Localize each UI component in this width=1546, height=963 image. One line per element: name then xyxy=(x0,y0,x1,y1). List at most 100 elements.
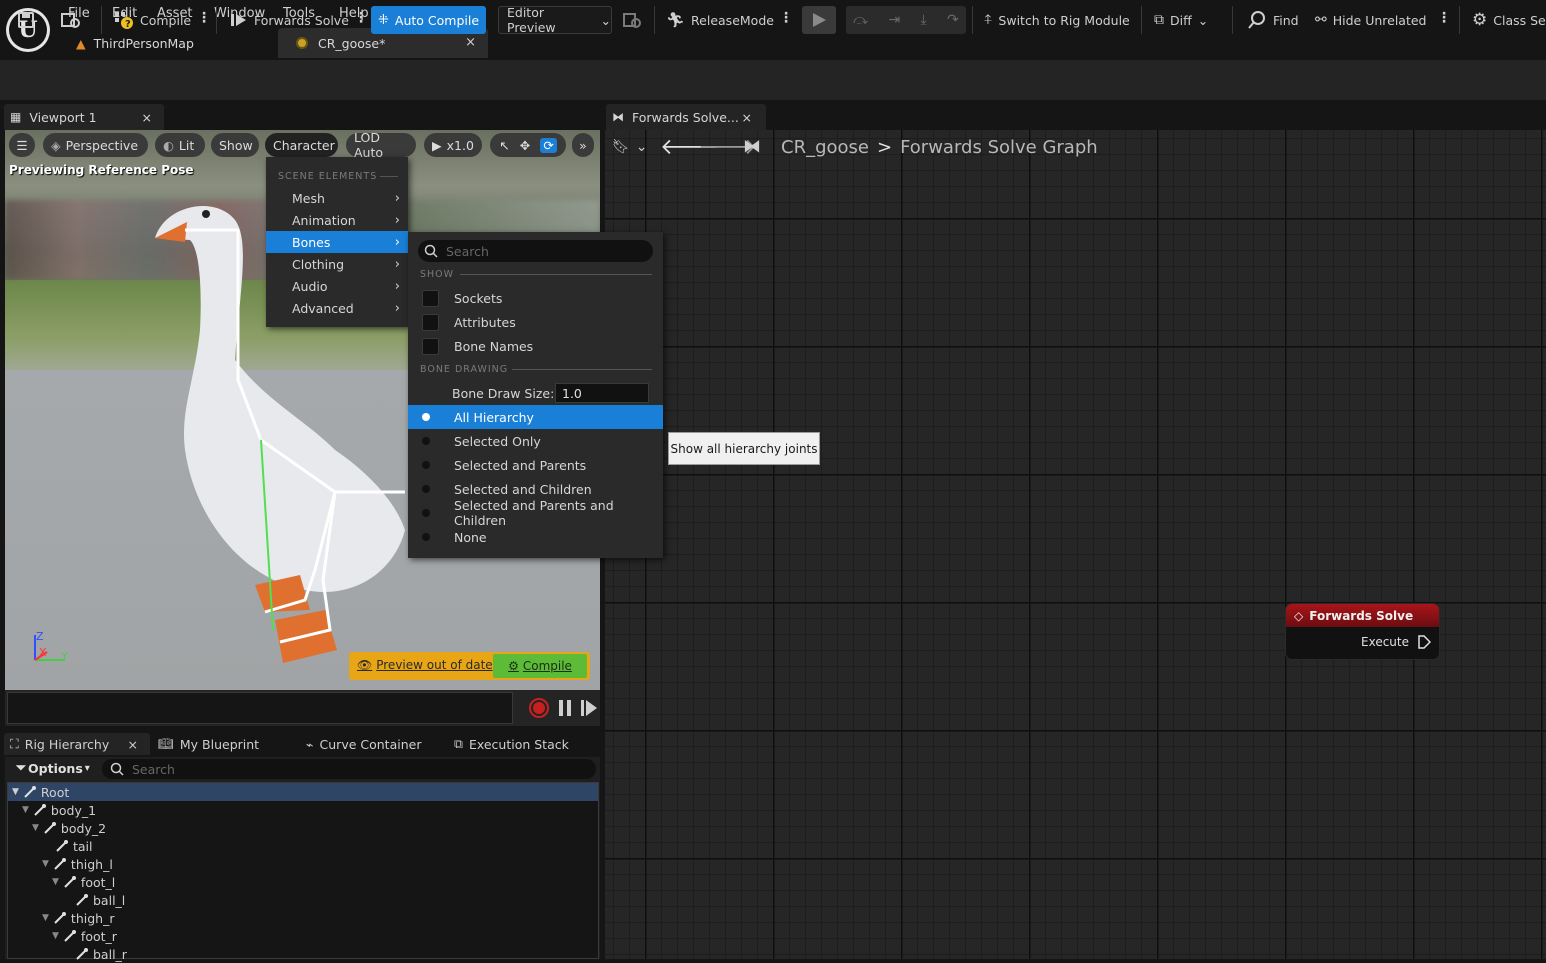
step-forward-icon[interactable] xyxy=(580,699,598,717)
tree-item-root[interactable]: ▼ Root xyxy=(8,783,598,801)
radio-button[interactable] xyxy=(422,437,430,445)
viewport-compile-button[interactable]: ⚙ Compile xyxy=(493,654,587,678)
graph-hierarchy-icon[interactable]: ⧓ xyxy=(743,136,761,157)
debug-step-group[interactable]: ⤼ ⇥ ⤓ ↷ xyxy=(846,6,966,34)
header-divider xyxy=(460,274,652,275)
radio-selected-and-parents[interactable]: Selected and Parents xyxy=(408,453,663,477)
tree-item-ball-l[interactable]: ball_l xyxy=(8,891,598,909)
tree-item-body-1[interactable]: ▼ body_1 xyxy=(8,801,598,819)
menu-item-bones[interactable]: Bones › xyxy=(266,231,408,253)
menu-item-clothing[interactable]: Clothing › xyxy=(266,253,408,275)
graph-canvas[interactable] xyxy=(605,130,1546,959)
checkbox-bone-names[interactable]: Bone Names xyxy=(408,335,663,357)
bone-icon xyxy=(76,894,88,906)
menu-item-mesh[interactable]: Mesh › xyxy=(266,187,408,209)
forwards-solve-node[interactable]: ◇ Forwards Solve Execute xyxy=(1286,604,1439,659)
options-dropdown[interactable]: ⏷ Options ▾ xyxy=(16,760,90,776)
save-button[interactable] xyxy=(16,6,36,34)
show-button[interactable]: Show xyxy=(211,133,259,157)
editor-preview-dropdown[interactable]: Editor Preview ⌄ xyxy=(498,5,612,35)
hierarchy-icon: ⛶ xyxy=(10,736,19,751)
radio-button[interactable] xyxy=(422,509,430,517)
tree-item-thigh-l[interactable]: ▼ thigh_l xyxy=(8,855,598,873)
breadcrumb-graph[interactable]: Forwards Solve Graph xyxy=(900,137,1098,158)
release-mode-button[interactable]: 🏃︎ ReleaseMode xyxy=(666,6,774,34)
preview-out-of-date-link[interactable]: 👁︎ Preview out of date xyxy=(357,658,493,672)
auto-compile-toggle[interactable]: ⁜ Auto Compile xyxy=(371,6,486,34)
transform-tools[interactable]: ↖ ✥ ⟳ xyxy=(490,133,566,157)
lod-button[interactable]: LOD Auto xyxy=(346,130,416,160)
menu-item-audio[interactable]: Audio › xyxy=(266,275,408,297)
menu-item-animation[interactable]: Animation › xyxy=(266,209,408,231)
close-icon[interactable]: × xyxy=(142,110,152,125)
translate-icon[interactable]: ✥ xyxy=(520,138,530,153)
hide-unrelated-button[interactable]: ⚯ Hide Unrelated xyxy=(1315,6,1427,34)
more-tools-button[interactable]: » xyxy=(572,133,594,157)
close-icon[interactable]: × xyxy=(128,737,138,752)
find-button[interactable]: Find xyxy=(1247,6,1299,34)
hide-unrelated-options-icon[interactable]: ⋮ xyxy=(1437,10,1451,26)
bone-icon xyxy=(64,876,76,888)
tab-forwards-solve-graph[interactable]: ⧓ Forwards Solve... × xyxy=(606,104,766,130)
bookmark-dropdown[interactable]: 🔖︎ ⌄ xyxy=(612,139,648,155)
forwards-solve-options-icon[interactable]: ⋮ xyxy=(354,10,368,26)
toolbar-divider xyxy=(654,6,655,34)
radio-none[interactable]: None xyxy=(408,525,663,549)
checkbox[interactable] xyxy=(422,313,439,331)
lit-button[interactable]: ◐ Lit xyxy=(155,133,205,157)
hide-unrelated-icon: ⚯ xyxy=(1315,12,1327,28)
tree-item-tail[interactable]: tail xyxy=(8,837,598,855)
radio-selected-only[interactable]: Selected Only xyxy=(408,429,663,453)
tab-my-blueprint[interactable]: 📖︎ My Blueprint xyxy=(158,733,259,755)
compile-button[interactable]: ? Compile xyxy=(114,6,191,34)
play-speed-button[interactable]: ▶ x1.0 xyxy=(424,133,482,157)
checkbox[interactable] xyxy=(422,289,439,307)
bones-search-input[interactable]: Search xyxy=(418,240,653,262)
record-icon[interactable] xyxy=(528,697,550,719)
radio-button[interactable] xyxy=(422,485,430,493)
breadcrumb-root[interactable]: CR_goose xyxy=(781,137,869,158)
eye-icon: 👁︎ xyxy=(357,658,373,672)
close-icon[interactable]: × xyxy=(465,35,476,50)
rotate-icon[interactable]: ⟳ xyxy=(540,137,557,153)
preview-settings-button[interactable] xyxy=(622,6,642,34)
tab-viewport[interactable]: ▦ Viewport 1 × xyxy=(4,104,164,130)
tree-item-ball-r[interactable]: ball_r xyxy=(8,945,598,963)
tab-execution-stack[interactable]: ⧉ Execution Stack xyxy=(454,733,569,755)
execute-pin[interactable]: Execute xyxy=(1361,635,1431,649)
browse-button[interactable] xyxy=(60,6,82,34)
radio-button[interactable] xyxy=(422,533,430,541)
rig-search-input[interactable]: Search xyxy=(102,759,596,779)
checkbox-sockets[interactable]: Sockets xyxy=(408,287,663,309)
radio-button[interactable] xyxy=(422,413,430,421)
save-icon xyxy=(18,12,34,28)
forwards-solve-button[interactable]: Forwards Solve xyxy=(230,6,349,34)
character-button[interactable]: Character xyxy=(265,133,338,157)
header-divider xyxy=(380,176,398,177)
menu-item-advanced[interactable]: Advanced › xyxy=(266,297,408,319)
checkbox[interactable] xyxy=(422,337,439,355)
checkbox-attributes[interactable]: Attributes xyxy=(408,311,663,333)
tree-item-foot-l[interactable]: ▼ foot_l xyxy=(8,873,598,891)
tree-item-thigh-r[interactable]: ▼ thigh_r xyxy=(8,909,598,927)
class-settings-button[interactable]: ⚙ Class Se xyxy=(1472,6,1546,34)
radio-all-hierarchy[interactable]: All Hierarchy xyxy=(408,405,663,429)
switch-rig-module-button[interactable]: ⍏ Switch to Rig Module xyxy=(984,6,1130,34)
tab-curve-container[interactable]: ⌁ Curve Container xyxy=(306,733,421,755)
diff-dropdown[interactable]: ⧉ Diff ⌄ xyxy=(1154,6,1208,34)
tab-rig-hierarchy[interactable]: ⛶ Rig Hierarchy × xyxy=(4,733,150,755)
select-icon[interactable]: ↖ xyxy=(499,138,509,153)
pause-icon[interactable] xyxy=(557,699,573,717)
tree-item-body-2[interactable]: ▼ body_2 xyxy=(8,819,598,837)
timeline-scrub-track[interactable] xyxy=(7,692,513,724)
viewport-options-button[interactable]: ☰ xyxy=(9,133,35,157)
radio-button[interactable] xyxy=(422,461,430,469)
perspective-button[interactable]: ◈ Perspective xyxy=(43,133,148,157)
resume-button[interactable] xyxy=(802,6,836,34)
compile-options-icon[interactable]: ⋮ xyxy=(197,10,211,26)
close-icon[interactable]: × xyxy=(742,110,752,125)
radio-selected-parents-children[interactable]: Selected and Parents and Children xyxy=(408,498,663,528)
tree-item-foot-r[interactable]: ▼ foot_r xyxy=(8,927,598,945)
release-mode-options-icon[interactable]: ⋮ xyxy=(779,10,793,26)
bone-draw-size-input[interactable]: 1.0 xyxy=(555,383,649,403)
